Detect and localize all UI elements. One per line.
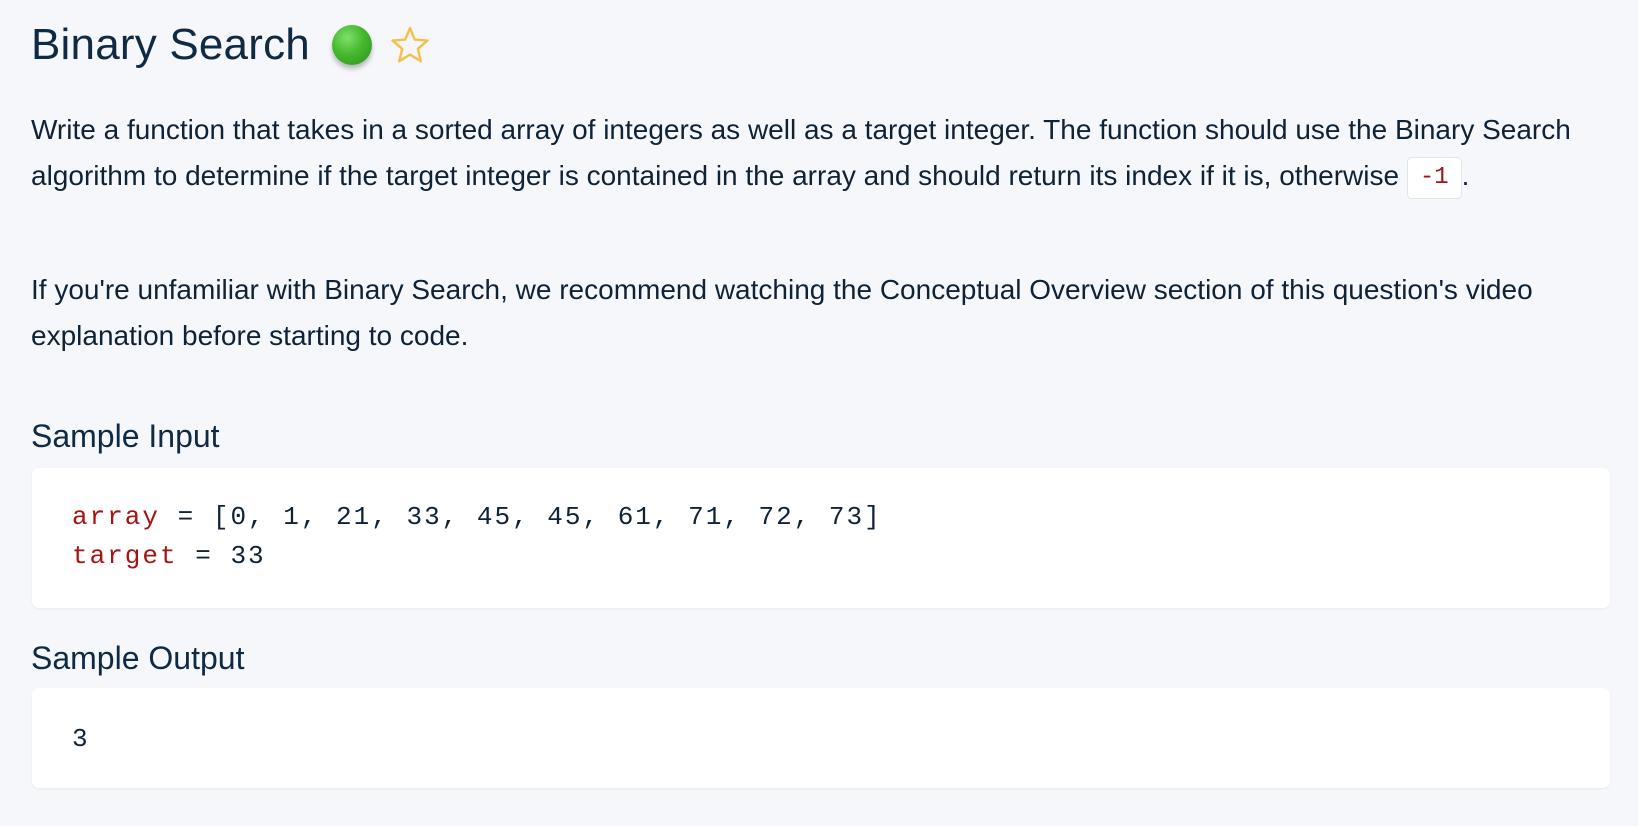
problem-page: Binary Search Write a function that take… <box>0 0 1638 826</box>
output-value: 3 <box>72 724 90 754</box>
sample-output-heading: Sample Output <box>31 640 245 676</box>
difficulty-indicator <box>331 25 372 65</box>
sample-input-heading: Sample Input <box>31 418 220 454</box>
title-row: Binary Search <box>31 15 430 75</box>
description-text: Write a function that takes in a sorted … <box>31 114 1571 191</box>
assign-operator: = <box>177 502 196 532</box>
video-recommendation: If you're unfamiliar with Binary Search,… <box>31 274 1533 351</box>
assign-operator: = <box>195 541 213 571</box>
page-title: Binary Search <box>31 20 310 69</box>
array-variable: array <box>72 502 161 532</box>
target-value: 33 <box>230 541 266 571</box>
target-variable: target <box>72 541 178 571</box>
sample-output-block: 3 <box>32 688 1610 788</box>
code-line-target: target = 33 <box>72 541 266 571</box>
inline-code-return-value: -1 <box>1406 156 1462 199</box>
code-line-array: array = [0, 1, 21, 33, 45, 45, 61, 71, 7… <box>72 502 882 532</box>
star-icon[interactable] <box>390 25 430 65</box>
sample-input-block: array = [0, 1, 21, 33, 45, 45, 61, 71, 7… <box>32 468 1610 608</box>
problem-description: Write a function that takes in a sorted … <box>31 107 1601 199</box>
description-end: . <box>1461 160 1470 191</box>
array-value: [0, 1, 21, 33, 45, 45, 61, 71, 72, 73] <box>212 502 882 532</box>
